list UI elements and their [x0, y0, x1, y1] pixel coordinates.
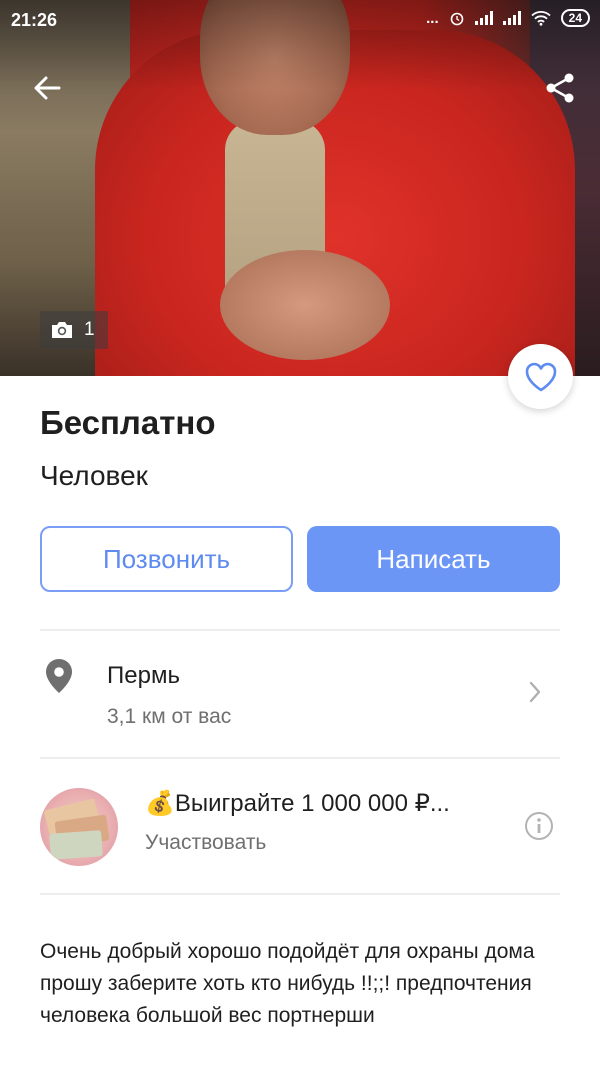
listing-title: Человек [40, 460, 148, 491]
photo-count: 1 [84, 319, 95, 340]
battery-icon: 24 [560, 9, 590, 27]
info-icon[interactable] [524, 811, 554, 846]
location-city[interactable]: Пермь [107, 662, 180, 690]
alarm-icon [450, 12, 463, 26]
camera-icon [52, 322, 72, 338]
back-button[interactable] [25, 66, 69, 110]
location-distance: 3,1 км от вас [107, 705, 232, 728]
divider [40, 629, 560, 631]
chevron-right-icon[interactable] [528, 680, 542, 709]
signal-icon-2 [502, 11, 521, 25]
favorite-button[interactable] [508, 344, 573, 409]
arrow-left-icon [34, 76, 61, 100]
call-button[interactable]: Позвонить [40, 526, 293, 592]
listing-description: Очень добрый хорошо подойдёт для охраны … [40, 940, 535, 1027]
share-button[interactable] [538, 66, 582, 110]
share-icon [546, 73, 574, 103]
status-bar: 21:26 ... 24 [0, 0, 600, 40]
heart-icon [525, 362, 556, 391]
status-icons: ... 24 [426, 9, 590, 27]
photo-hands [220, 250, 390, 360]
more-dots-icon: ... [426, 9, 439, 27]
status-time: 21:26 [11, 10, 58, 30]
divider [40, 893, 560, 895]
message-button[interactable]: Написать [307, 526, 560, 592]
photo-counter[interactable]: 1 [40, 311, 108, 349]
signal-icon-1 [474, 11, 493, 25]
promo-participate-link[interactable]: Участвовать [145, 831, 266, 855]
location-pin-icon [44, 658, 74, 699]
promo-title[interactable]: 💰Выиграйте 1 000 000 ₽... [145, 789, 450, 818]
promo-image[interactable] [40, 788, 118, 866]
listing-price: Бесплатно [40, 404, 216, 441]
divider [40, 757, 560, 759]
wifi-icon [531, 11, 551, 26]
